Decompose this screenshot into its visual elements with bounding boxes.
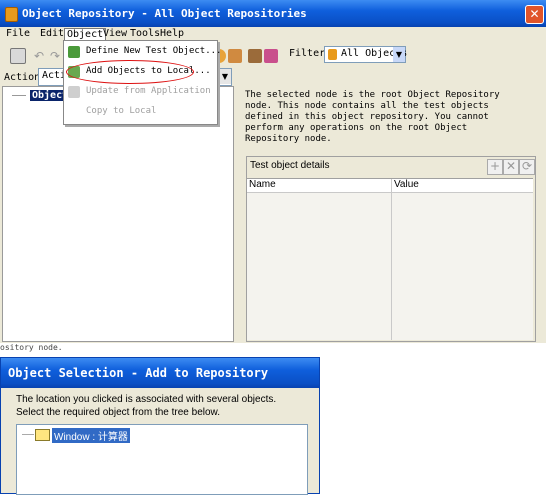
window-icon [35, 429, 50, 441]
dialog-message: The location you clicked is associated w… [16, 393, 276, 419]
object-repository-window: Object Repository - All Object Repositor… [0, 0, 546, 343]
column-value: Value [394, 179, 419, 190]
menu-tools[interactable]: Tools [130, 28, 160, 39]
properties-icon[interactable] [10, 48, 26, 64]
root-node-info: The selected node is the root Object Rep… [245, 90, 500, 144]
dialog-message-line-2: Select the required object from the tree… [16, 407, 221, 418]
menu-item-copy-to-local[interactable]: Copy to Local [64, 103, 217, 122]
object-spy-icon[interactable] [248, 49, 262, 63]
column-divider [391, 179, 392, 340]
dialog-title: Object Selection - Add to Repository [8, 366, 269, 380]
column-name: Name [249, 179, 276, 190]
add-property-button[interactable]: + [487, 159, 503, 175]
menu-item-update-from-application[interactable]: Update from Application [64, 83, 217, 102]
test-object-details-panel: Test object details + ✕ ⟳ Name Value [246, 156, 536, 342]
update-icon [68, 86, 80, 98]
filter-icon [328, 49, 337, 60]
grid-header: Name Value [247, 179, 533, 193]
app-icon [5, 7, 18, 22]
add-to-repository-icon[interactable] [264, 49, 278, 63]
screenshot-separator [0, 343, 546, 355]
details-title: Test object details [250, 160, 330, 171]
title-bar: Object Repository - All Object Repositor… [0, 0, 546, 27]
menu-item-label: Define New Test Object... [86, 46, 222, 56]
chevron-down-icon[interactable]: ▼ [393, 47, 405, 62]
menu-help[interactable]: Help [160, 28, 184, 39]
locate-icon[interactable] [228, 49, 242, 63]
window-title: Object Repository - All Object Repositor… [22, 7, 307, 20]
undo-icon[interactable]: ↶ [34, 49, 48, 63]
clipped-text: ository node. [0, 343, 63, 352]
refresh-button[interactable]: ⟳ [519, 159, 535, 175]
menu-file[interactable]: File [6, 28, 30, 39]
tree-line [22, 434, 34, 435]
define-object-icon [68, 46, 80, 58]
filter-select[interactable]: All Objects ▼ [324, 46, 407, 63]
dialog-title-bar: Object Selection - Add to Repository [1, 358, 319, 388]
menu-item-label: Update from Application [86, 86, 211, 96]
details-grid: Name Value [247, 178, 533, 340]
dialog-message-line-1: The location you clicked is associated w… [16, 394, 277, 405]
highlight-ellipse [66, 60, 194, 84]
chevron-down-icon[interactable]: ▼ [219, 69, 231, 84]
remove-property-button[interactable]: ✕ [503, 159, 519, 175]
object-selection-tree[interactable]: Window : 计算器 [16, 424, 308, 495]
menu-edit[interactable]: Edit [40, 28, 64, 39]
menu-item-define-new-test-object[interactable]: Define New Test Object... [64, 43, 221, 62]
close-button[interactable]: ✕ [525, 5, 544, 24]
menu-item-label: Copy to Local [86, 106, 157, 116]
redo-icon[interactable]: ↷ [50, 49, 64, 63]
tree-line [12, 95, 26, 96]
tree-item-label[interactable]: Window : 计算器 [52, 428, 130, 443]
menu-view[interactable]: View [103, 28, 127, 39]
object-selection-dialog: Object Selection - Add to Repository The… [0, 357, 320, 495]
